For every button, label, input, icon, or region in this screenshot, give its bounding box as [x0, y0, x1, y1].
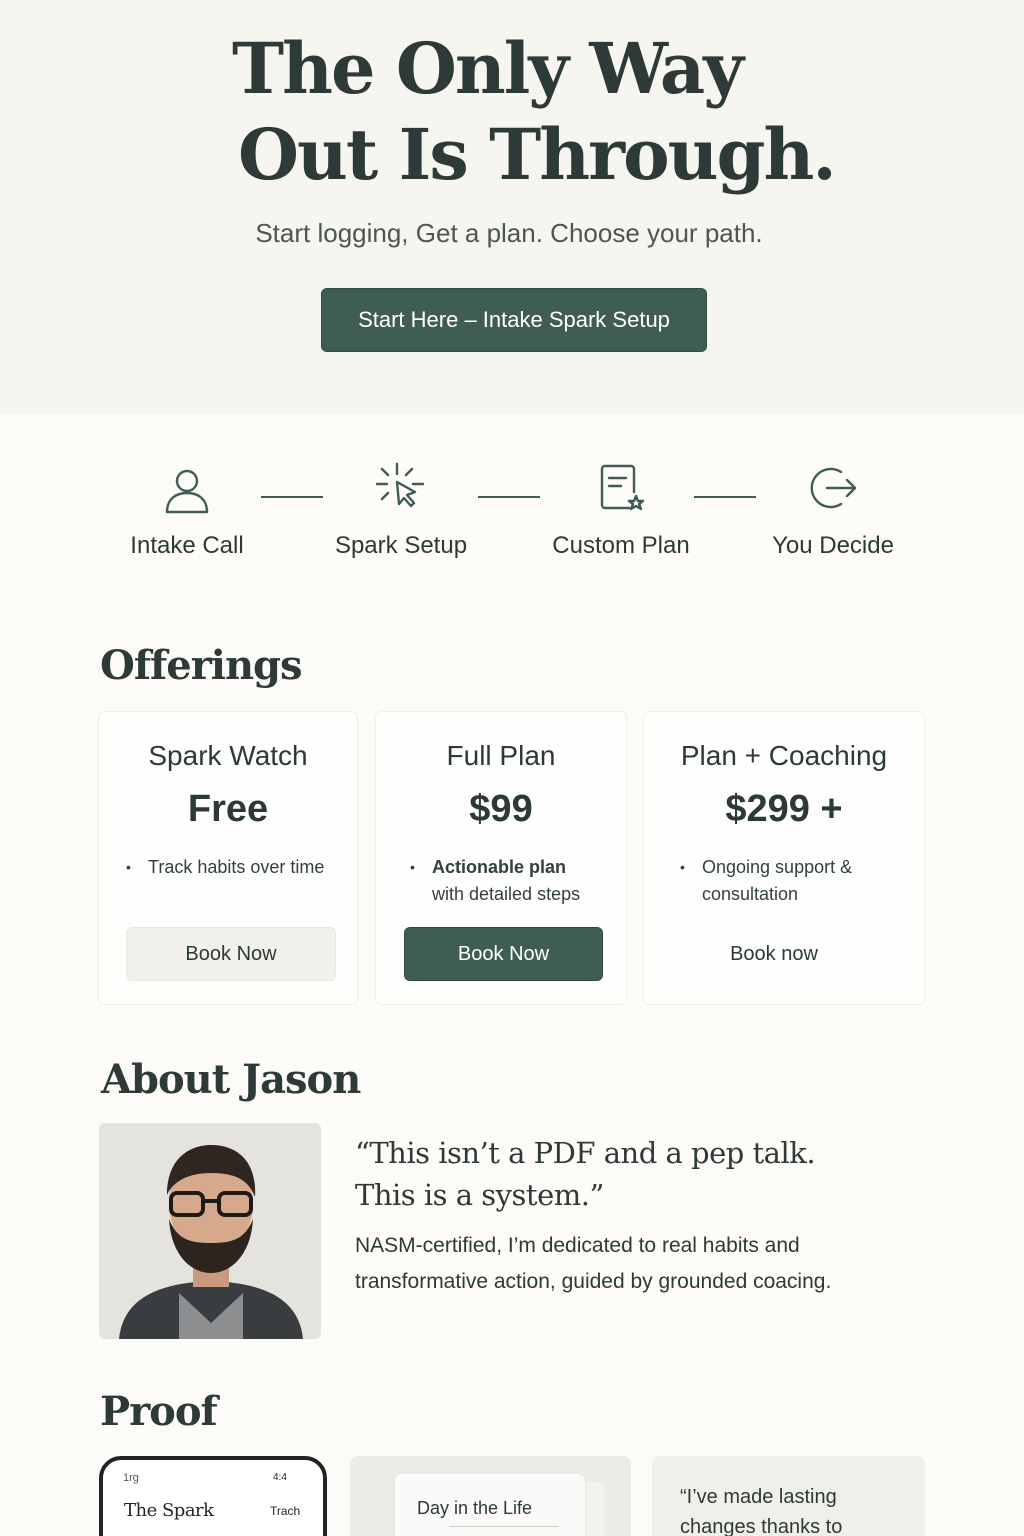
- quote-line: “This isn’t a PDF and a pep talk.: [355, 1136, 816, 1170]
- feature-item: Track habits over time: [126, 854, 324, 881]
- step-label: Intake Call: [130, 532, 244, 559]
- hero-title-line2: Out Is Through.: [238, 113, 837, 196]
- offering-card-plan-coaching: Plan + Coaching $299 + Ongoing support &…: [644, 712, 924, 1004]
- offering-card-spark-watch: Spark Watch Free Track habits over time …: [99, 712, 357, 1004]
- phone-frame: [99, 1456, 327, 1536]
- offering-price: Free: [187, 788, 269, 830]
- quote-line: This is a system.”: [355, 1178, 604, 1212]
- feature-item: Ongoing support & consultation: [680, 854, 852, 908]
- offering-name: Full Plan: [446, 740, 556, 771]
- about-quote: “This isn’t a PDF and a pep talk. This i…: [355, 1132, 915, 1216]
- feature-line: with detailed steps: [432, 884, 581, 904]
- offering-price: $99: [469, 788, 533, 830]
- exit-arrow-icon: [810, 467, 857, 509]
- offering-features: Ongoing support & consultation: [680, 854, 852, 908]
- about-text-line: NASM-certified, I’m dedicated to real ha…: [355, 1234, 800, 1257]
- step-you-decide: You Decide: [733, 460, 933, 560]
- day-in-life-card: Day in the Life: [350, 1456, 631, 1536]
- book-now-button[interactable]: Book Now: [404, 927, 603, 981]
- day-in-life-paper: Day in the Life: [395, 1474, 585, 1536]
- step-custom-plan: Custom Plan: [521, 460, 721, 560]
- phone-status-text: 1rg: [123, 1472, 139, 1484]
- phone-mockup: 1rg 4:4 The Spark Trach: [99, 1456, 327, 1536]
- offering-name: Spark Watch: [148, 740, 308, 771]
- offering-features: Actionable plan with detailed steps: [410, 854, 580, 908]
- step-label: Spark Setup: [334, 532, 468, 559]
- about-title: About Jason: [101, 1056, 361, 1103]
- hero-section: The Only Way Out Is Through. Start loggi…: [0, 0, 1024, 414]
- divider: [449, 1526, 559, 1527]
- hero-subtitle: Start logging, Get a plan. Choose your p…: [255, 218, 763, 248]
- offerings-title: Offerings: [100, 642, 303, 689]
- intake-spark-setup-button[interactable]: Start Here – Intake Spark Setup: [321, 288, 707, 352]
- process-steps: Intake Call Spark Setup Custom Plan You …: [0, 460, 1024, 580]
- step-label: Custom Plan: [552, 532, 690, 559]
- proof-title: Proof: [100, 1388, 218, 1435]
- offering-price: $299 +: [725, 788, 843, 830]
- offering-card-full-plan: Full Plan $99 Actionable plan with detai…: [376, 712, 626, 1004]
- jason-portrait: [99, 1123, 321, 1339]
- feature-line: Track habits over time: [148, 857, 325, 877]
- testimonial-line: “I’ve made lasting: [680, 1486, 837, 1508]
- feature-line: Ongoing support &: [702, 857, 853, 877]
- feature-line: Actionable plan: [432, 857, 567, 877]
- feature-line: consultation: [702, 884, 799, 904]
- phone-app-action[interactable]: Trach: [270, 1504, 300, 1518]
- about-text-line: transformative action, guided by grounde…: [355, 1270, 832, 1293]
- user-icon: [165, 469, 209, 514]
- testimonial-line: changes thanks to: [680, 1516, 843, 1536]
- day-in-life-title: Day in the Life: [417, 1498, 533, 1518]
- cursor-click-icon: [375, 462, 425, 508]
- feature-item: Actionable plan with detailed steps: [410, 854, 580, 908]
- book-now-button[interactable]: Book Now: [126, 927, 336, 981]
- hero-title-line1: The Only Way: [232, 27, 744, 110]
- book-now-link[interactable]: Book now: [674, 927, 874, 981]
- offering-name: Plan + Coaching: [680, 740, 888, 771]
- offering-features: Track habits over time: [126, 854, 324, 881]
- testimonial-card: “I’ve made lasting changes thanks to: [652, 1456, 925, 1536]
- portrait-illustration: [99, 1123, 321, 1339]
- document-star-icon: [600, 464, 645, 511]
- phone-battery-text: 4:4: [273, 1472, 287, 1483]
- phone-app-title: The Spark: [124, 1500, 214, 1521]
- about-description: NASM-certified, I’m dedicated to real ha…: [355, 1228, 915, 1300]
- hero-title: The Only Way Out Is Through.: [232, 26, 852, 198]
- step-spark-setup: Spark Setup: [301, 460, 501, 560]
- step-intake-call: Intake Call: [87, 460, 287, 560]
- step-label: You Decide: [772, 532, 894, 559]
